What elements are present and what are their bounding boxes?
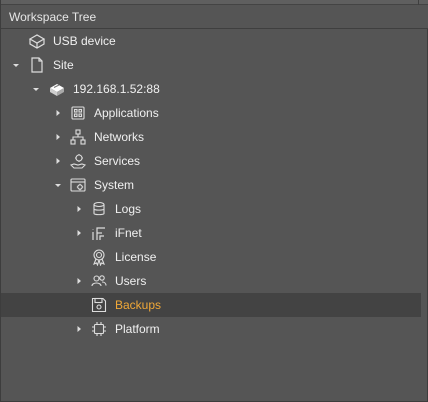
badge-icon	[90, 248, 108, 266]
tree-item-label: Logs	[115, 202, 142, 216]
device-icon	[48, 80, 66, 98]
tree-item-label: Applications	[94, 106, 159, 120]
users-icon	[90, 272, 108, 290]
chevron-down-icon[interactable]	[11, 60, 21, 70]
tree-item-label: Site	[53, 58, 74, 72]
tree-item-label: Backups	[115, 298, 162, 312]
tree-item-networks[interactable]: Networks	[1, 125, 421, 149]
tree-item-label: Services	[94, 154, 141, 168]
tree-item-label: System	[94, 178, 135, 192]
chevron-right-icon[interactable]	[74, 204, 84, 214]
tree-item-label: License	[115, 250, 157, 264]
tree-item-backups[interactable]: Backups	[1, 293, 421, 317]
tree-item-label: Networks	[94, 130, 145, 144]
tree-item-site[interactable]: Site	[1, 53, 421, 77]
chevron-right-icon[interactable]	[74, 276, 84, 286]
workspace-tree-panel: Workspace Tree USB device Site 192.168.1…	[0, 0, 428, 402]
chevron-down-icon[interactable]	[31, 84, 41, 94]
tree-item-services[interactable]: Services	[1, 149, 421, 173]
chevron-right-icon[interactable]	[74, 324, 84, 334]
tree-item-label: Platform	[115, 322, 160, 336]
tree-item-host[interactable]: 192.168.1.52:88	[1, 77, 421, 101]
tree-item-applications[interactable]: Applications	[1, 101, 421, 125]
ifnet-icon	[90, 224, 108, 242]
chevron-down-icon[interactable]	[53, 180, 63, 190]
panel-header: Workspace Tree	[1, 5, 428, 29]
tree-item-label: Users	[115, 274, 147, 288]
document-icon	[28, 56, 46, 74]
tree-item-label: USB device	[53, 34, 116, 48]
chip-icon	[90, 320, 108, 338]
tree-item-label: 192.168.1.52:88	[73, 82, 160, 96]
tree-item-system[interactable]: System	[1, 173, 421, 197]
tree-item-ifnet[interactable]: iFnet	[1, 221, 421, 245]
hand-gear-icon	[69, 152, 87, 170]
network-icon	[69, 128, 87, 146]
chevron-right-icon[interactable]	[74, 228, 84, 238]
tree-item-usb-device[interactable]: USB device	[1, 29, 421, 53]
chevron-right-icon[interactable]	[53, 108, 63, 118]
window-gear-icon	[69, 176, 87, 194]
tree-item-license[interactable]: License	[1, 245, 421, 269]
tree-item-platform[interactable]: Platform	[1, 317, 421, 341]
grid-icon	[69, 104, 87, 122]
database-icon	[90, 200, 108, 218]
floppy-icon	[90, 296, 108, 314]
tree-item-label: iFnet	[115, 226, 142, 240]
tree-item-users[interactable]: Users	[1, 269, 421, 293]
tree-item-logs[interactable]: Logs	[1, 197, 421, 221]
chevron-right-icon[interactable]	[53, 132, 63, 142]
chevron-right-icon[interactable]	[53, 156, 63, 166]
usb-device-icon	[28, 32, 46, 50]
panel-title: Workspace Tree	[9, 10, 97, 24]
